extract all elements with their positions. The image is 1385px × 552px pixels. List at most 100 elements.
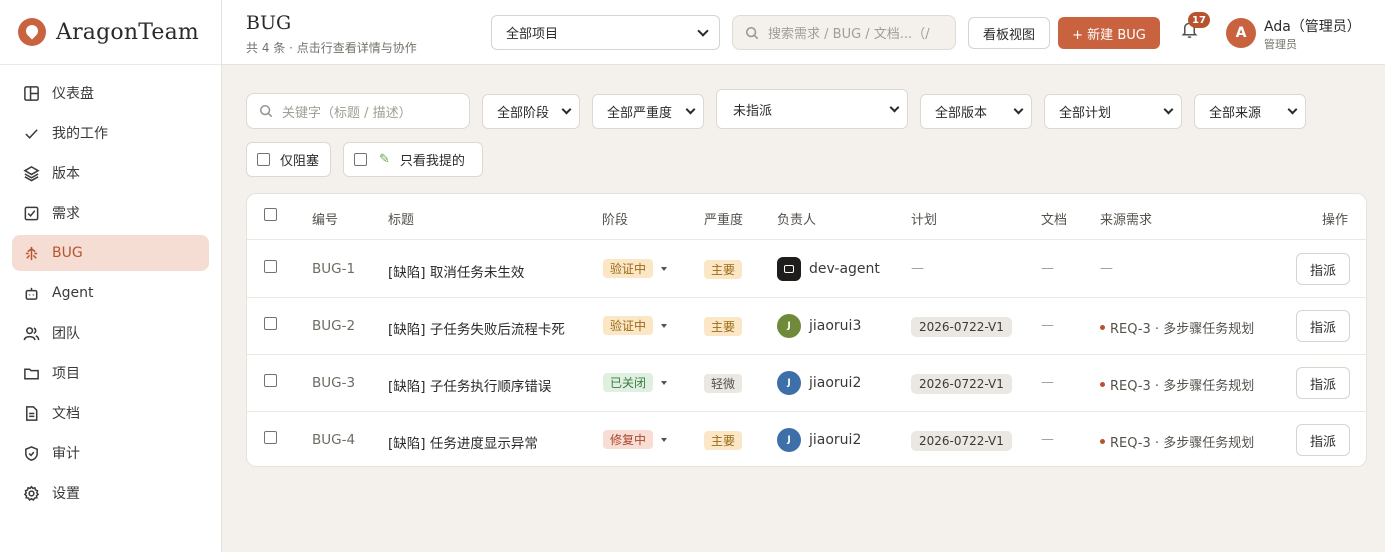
- global-search-placeholder: 搜索需求 / BUG / 文档...（/: [768, 27, 930, 42]
- search-icon: [259, 104, 273, 118]
- column-header-title: 标题: [388, 213, 415, 228]
- brand[interactable]: AragonTeam: [0, 0, 221, 65]
- source-empty: —: [1100, 261, 1113, 276]
- assignee-name: jiaorui2: [809, 375, 862, 391]
- column-header-doc: 文档: [1041, 213, 1068, 228]
- source-requirement-link[interactable]: REQ-3 · 多步骤任务规划: [1100, 375, 1254, 394]
- keyword-filter-input[interactable]: 关键字（标题 / 描述）: [246, 93, 470, 129]
- stage-dropdown[interactable]: 验证中: [603, 259, 668, 278]
- sidebar-item-team[interactable]: 团队: [12, 315, 209, 351]
- stage-badge: 验证中: [603, 259, 654, 278]
- assignee-filter-select[interactable]: 未指派: [716, 89, 908, 129]
- new-bug-button[interactable]: + 新建 BUG: [1058, 17, 1160, 49]
- stage-dropdown[interactable]: 验证中: [603, 316, 668, 335]
- bug-title[interactable]: [缺陷] 任务进度显示异常: [388, 432, 538, 452]
- table-row[interactable]: BUG-2 [缺陷] 子任务失败后流程卡死 验证中 主要 J jiaorui3 …: [247, 298, 1366, 355]
- select-all-checkbox[interactable]: [264, 208, 277, 221]
- assign-button[interactable]: 指派: [1296, 310, 1350, 342]
- sidebar-item-versions[interactable]: 版本: [12, 155, 209, 191]
- assignee-avatar: J: [777, 314, 801, 338]
- stage-dropdown[interactable]: 已关闭: [603, 373, 668, 392]
- sidebar-item-agent[interactable]: Agent: [12, 275, 209, 311]
- sidebar-item-label: 设置: [52, 486, 80, 502]
- mine-only-label: 只看我提的: [399, 154, 465, 169]
- page-subtitle: 共 4 条 · 点击行查看详情与协作: [246, 41, 417, 55]
- bug-table: 编号 标题 阶段 严重度 负责人 计划 文档 来源需求 操作 BUG-1 [缺陷…: [246, 193, 1367, 467]
- mine-only-toggle[interactable]: ✎ 只看我提的: [343, 142, 483, 177]
- row-checkbox[interactable]: [264, 431, 277, 444]
- blocked-only-label: 仅阻塞: [280, 154, 320, 169]
- table-row[interactable]: BUG-3 [缺陷] 子任务执行顺序错误 已关闭 轻微 J jiaorui2 2…: [247, 355, 1366, 412]
- stage-filter-select[interactable]: 全部阶段: [482, 94, 580, 129]
- stage-badge: 修复中: [603, 430, 654, 449]
- robot-icon: [22, 284, 40, 302]
- project-select[interactable]: 全部项目: [491, 15, 720, 50]
- assignee-avatar: J: [777, 371, 801, 395]
- severity-badge: 主要: [704, 260, 743, 279]
- search-icon: [745, 26, 759, 39]
- doc-empty: —: [1041, 261, 1054, 276]
- blocked-only-toggle[interactable]: 仅阻塞: [246, 142, 331, 177]
- user-avatar[interactable]: A: [1226, 18, 1256, 48]
- version-filter-select[interactable]: 全部版本: [920, 94, 1032, 129]
- bug-title[interactable]: [缺陷] 子任务失败后流程卡死: [388, 318, 565, 338]
- chevron-down-icon: [889, 102, 900, 112]
- sidebar-item-label: BUG: [52, 245, 83, 261]
- mine-only-checkbox[interactable]: [354, 153, 367, 166]
- chevron-down-icon: [685, 104, 696, 115]
- source-requirement-link[interactable]: REQ-3 · 多步骤任务规划: [1100, 318, 1254, 337]
- bug-id: BUG-2: [312, 318, 356, 334]
- source-filter-select[interactable]: 全部来源: [1194, 94, 1306, 129]
- sidebar-item-audit[interactable]: 审计: [12, 435, 209, 471]
- row-checkbox[interactable]: [264, 317, 277, 330]
- sidebar-item-dashboard[interactable]: 仪表盘: [12, 75, 209, 111]
- assign-button[interactable]: 指派: [1296, 367, 1350, 399]
- bug-title[interactable]: [缺陷] 子任务执行顺序错误: [388, 375, 551, 395]
- severity-badge: 轻微: [704, 374, 743, 393]
- checkbox-icon: [22, 204, 40, 222]
- caret-down-icon: [661, 323, 668, 328]
- severity-filter-select[interactable]: 全部严重度: [592, 94, 704, 129]
- stage-dropdown[interactable]: 修复中: [603, 430, 668, 449]
- column-header-action: 操作: [1322, 213, 1349, 228]
- caret-down-icon: [661, 380, 668, 385]
- kanban-view-button[interactable]: 看板视图: [968, 17, 1050, 49]
- doc-empty: —: [1041, 375, 1054, 390]
- sidebar-item-requirements[interactable]: 需求: [12, 195, 209, 231]
- assign-button[interactable]: 指派: [1296, 253, 1350, 285]
- table-row[interactable]: BUG-1 [缺陷] 取消任务未生效 验证中 主要 dev-agent — — …: [247, 241, 1366, 298]
- column-header-id: 编号: [312, 213, 339, 228]
- sidebar-item-label: 我的工作: [52, 126, 108, 142]
- version-filter-value: 全部版本: [935, 106, 988, 121]
- sidebar-item-my-work[interactable]: 我的工作: [12, 115, 209, 151]
- sidebar-item-label: 仪表盘: [52, 86, 94, 102]
- sidebar-item-settings[interactable]: 设置: [12, 475, 209, 511]
- agent-avatar-icon: [777, 257, 801, 281]
- status-dot: [1100, 382, 1105, 387]
- brand-name: AragonTeam: [56, 19, 199, 45]
- chevron-down-icon: [1287, 104, 1298, 115]
- users-icon: [22, 324, 40, 342]
- assignee: J jiaorui2: [777, 371, 861, 395]
- assign-button[interactable]: 指派: [1296, 424, 1350, 456]
- shield-icon: [22, 444, 40, 462]
- table-row[interactable]: BUG-4 [缺陷] 任务进度显示异常 修复中 主要 J jiaorui2 20…: [247, 412, 1366, 466]
- blocked-only-checkbox[interactable]: [257, 153, 270, 166]
- table-header: 编号 标题 阶段 严重度 负责人 计划 文档 来源需求 操作: [247, 194, 1366, 240]
- row-checkbox[interactable]: [264, 260, 277, 273]
- gear-icon: [22, 484, 40, 502]
- sidebar-item-label: 审计: [52, 446, 80, 462]
- row-checkbox[interactable]: [264, 374, 277, 387]
- sidebar-item-label: Agent: [52, 285, 94, 301]
- global-search-input[interactable]: 搜索需求 / BUG / 文档...（/: [732, 15, 956, 50]
- bug-title[interactable]: [缺陷] 取消任务未生效: [388, 261, 524, 281]
- sidebar-item-projects[interactable]: 项目: [12, 355, 209, 391]
- column-header-source: 来源需求: [1100, 213, 1153, 228]
- sidebar-item-documents[interactable]: 文档: [12, 395, 209, 431]
- user-name[interactable]: Ada（管理员）: [1264, 16, 1361, 36]
- plan-filter-select[interactable]: 全部计划: [1044, 94, 1182, 129]
- source-requirement-link[interactable]: REQ-3 · 多步骤任务规划: [1100, 432, 1254, 451]
- stage-badge: 已关闭: [603, 373, 654, 392]
- notification-badge: 17: [1188, 12, 1210, 28]
- sidebar-item-bug[interactable]: BUG: [12, 235, 209, 271]
